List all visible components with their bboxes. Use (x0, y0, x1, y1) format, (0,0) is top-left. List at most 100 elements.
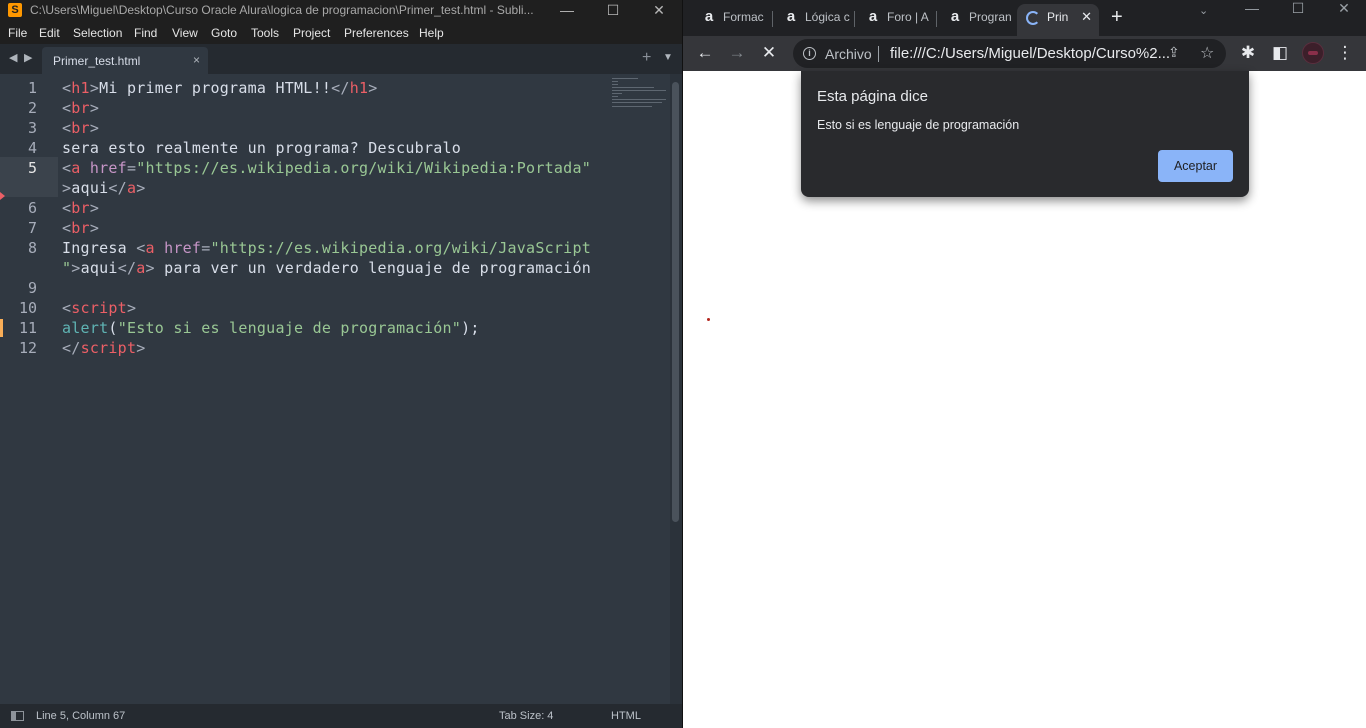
code-token: = (201, 239, 211, 257)
code-token: = (126, 159, 137, 177)
loading-spinner-icon (1026, 11, 1040, 25)
menu-selection[interactable]: Selection (73, 26, 122, 40)
menu-view[interactable]: View (172, 26, 198, 40)
share-icon[interactable]: ⇪ (1168, 44, 1180, 61)
tab-search-icon[interactable]: ⌄ (1199, 4, 1208, 17)
code-token: a (136, 259, 146, 277)
tab-back-icon[interactable]: ◀ (9, 51, 17, 64)
browser-tab-label: Foro | A (887, 10, 929, 24)
tab-list-icon[interactable]: ▼ (663, 52, 673, 63)
sublime-titlebar: S C:\Users\Miguel\Desktop\Curso Oracle A… (0, 0, 682, 22)
code-token: </ (62, 339, 81, 357)
code-line-4: sera esto realmente un programa? Descubr… (62, 139, 461, 157)
stop-loading-button[interactable]: ✕ (758, 43, 780, 65)
menu-file[interactable]: File (8, 26, 27, 40)
code-token: aqui (71, 179, 109, 197)
line-number: 8 (27, 239, 37, 257)
scrollbar-thumb[interactable] (672, 82, 679, 522)
code-line-7: <br> (62, 219, 99, 237)
browser-menu-icon[interactable]: ⋮ (1334, 43, 1356, 65)
code-token: para ver un verdadero lenguaje de progra… (154, 259, 592, 277)
menu-goto[interactable]: Goto (211, 26, 237, 40)
code-token: Ingresa (62, 239, 137, 257)
menu-help[interactable]: Help (419, 26, 444, 40)
menu-edit[interactable]: Edit (39, 26, 60, 40)
close-window-button[interactable]: ✕ (1321, 0, 1366, 30)
back-button[interactable]: ← (694, 43, 716, 65)
code-token: Mi primer programa HTML!! (99, 79, 332, 97)
browser-tab[interactable]: a Foro | A (857, 4, 937, 32)
code-token: </ (117, 259, 137, 277)
site-scheme-label: Archivo (825, 46, 872, 62)
line-number: 1 (27, 79, 37, 97)
code-token: > (126, 299, 137, 317)
url-text[interactable]: file:///C:/Users/Miguel/Desktop/Curso%2.… (890, 45, 1170, 62)
close-tab-icon[interactable]: ✕ (1081, 9, 1092, 25)
browser-tab-active[interactable]: Prin ✕ (1017, 4, 1099, 36)
new-tab-icon[interactable]: + (642, 49, 651, 67)
menu-tools[interactable]: Tools (251, 26, 279, 40)
file-tab[interactable]: Primer_test.html × (42, 47, 208, 74)
minimap-line (612, 78, 638, 79)
minimap-line (612, 93, 622, 94)
minimap-line (612, 87, 654, 88)
line-number: 2 (27, 99, 37, 117)
maximize-button[interactable]: ☐ (590, 0, 636, 22)
sublime-app-icon: S (8, 3, 22, 17)
profile-avatar[interactable] (1302, 42, 1324, 64)
accept-button[interactable]: Aceptar (1158, 150, 1233, 182)
code-token: > (89, 99, 100, 117)
menu-preferences[interactable]: Preferences (344, 26, 409, 40)
code-line-1: <h1>Mi primer programa HTML!!</h1> (62, 79, 378, 97)
browser-tab-label: Lógica c (805, 10, 850, 24)
minimap-line (612, 90, 666, 91)
close-tab-icon[interactable]: × (193, 53, 200, 67)
code-token: br (71, 219, 90, 237)
code-token: "https://es.wikipedia.org/wiki/JavaScrip… (210, 239, 592, 257)
line-number: 5 (27, 159, 37, 177)
code-editor[interactable]: 1 2 3 4 5 6 7 8 9 10 11 12 <h1>Mi primer… (0, 74, 682, 704)
browser-tab[interactable]: a Formac (693, 4, 773, 32)
tab-size-indicator[interactable]: Tab Size: 4 (499, 710, 553, 722)
browser-toolbar: ← → ✕ i Archivo file:///C:/Users/Miguel/… (683, 36, 1366, 71)
code-line-5-wrap: >aqui</a> (62, 179, 146, 197)
code-token: < (62, 79, 72, 97)
forward-button[interactable]: → (726, 43, 748, 65)
line-number: 7 (27, 219, 37, 237)
error-marker (0, 192, 5, 200)
status-bar: Line 5, Column 67 Tab Size: 4 HTML (0, 704, 682, 728)
code-token: < (62, 199, 72, 217)
code-token: br (71, 119, 90, 137)
bookmark-star-icon[interactable]: ☆ (1200, 43, 1214, 63)
minimize-button[interactable]: — (1229, 0, 1275, 30)
new-tab-button[interactable]: + (1111, 6, 1123, 29)
minimap[interactable] (612, 78, 668, 110)
site-info-icon[interactable]: i (803, 47, 816, 60)
minimap-line (612, 106, 652, 107)
syntax-indicator[interactable]: HTML (611, 710, 641, 722)
panel-toggle-icon[interactable] (11, 711, 24, 721)
browser-tab[interactable]: a Progran (939, 4, 1019, 32)
code-token: aqui (80, 259, 118, 277)
file-tab-label: Primer_test.html (53, 54, 141, 68)
extensions-puzzle-icon[interactable]: ✱ (1237, 43, 1259, 65)
menu-find[interactable]: Find (134, 26, 157, 40)
line-number: 9 (27, 279, 37, 297)
tab-forward-icon[interactable]: ▶ (24, 51, 32, 64)
minimap-line (612, 84, 618, 85)
minimap-line (612, 96, 618, 97)
sublime-window: S C:\Users\Miguel\Desktop\Curso Oracle A… (0, 0, 682, 728)
menu-project[interactable]: Project (293, 26, 330, 40)
line-number: 6 (27, 199, 37, 217)
maximize-button[interactable]: ☐ (1275, 0, 1321, 30)
code-token: > (136, 339, 146, 357)
code-token: "https://es.wikipedia.org/wiki/Wikipedia… (136, 159, 592, 177)
dialog-message: Esto si es lenguaje de programación (817, 118, 1020, 132)
minimize-button[interactable]: — (544, 0, 590, 22)
side-panel-icon[interactable]: ◧ (1269, 43, 1291, 65)
code-token: > (71, 259, 81, 277)
browser-tab[interactable]: a Lógica c (775, 4, 855, 32)
alura-favicon-icon: a (868, 8, 878, 25)
close-window-button[interactable]: ✕ (636, 0, 682, 22)
address-bar[interactable]: i Archivo file:///C:/Users/Miguel/Deskto… (793, 39, 1226, 68)
